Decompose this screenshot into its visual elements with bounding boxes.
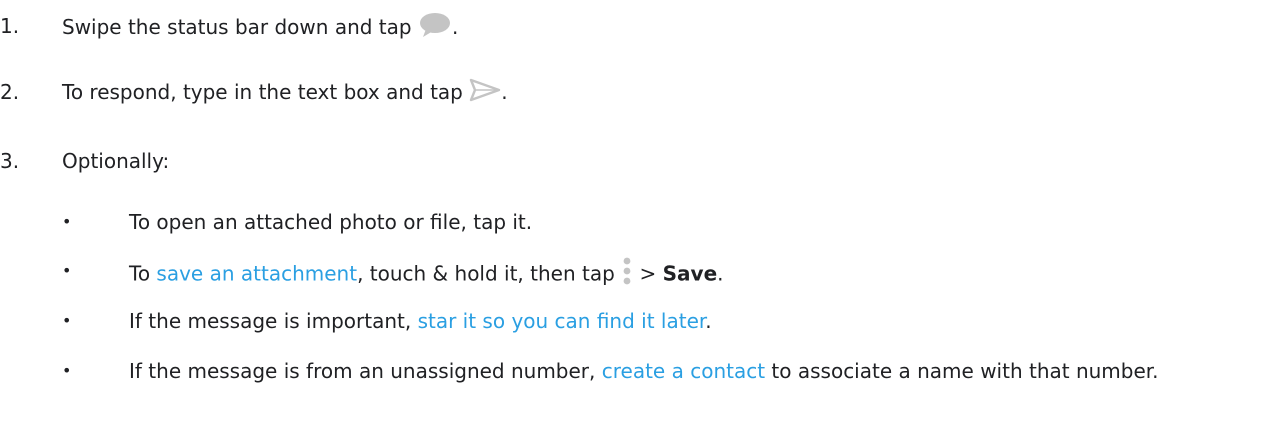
create-contact-link[interactable]: create a contact [602,359,765,383]
step-number: 3. [0,149,20,173]
star-message-link[interactable]: star it so you can find it later [418,309,706,333]
bullet-text: To save an attachment, touch & hold it, … [129,256,1279,294]
bullet-marker: • [62,261,72,280]
bullet-text-part: . [717,261,724,286]
more-vert-icon [621,256,633,294]
step-number: 1. [0,14,20,38]
step-text-part: . [451,15,459,39]
bullet-text-part: , touch & hold it, then tap [357,261,622,286]
bullet-text-part: . [705,309,712,333]
step-text: To respond, type in the text box and tap… [62,78,508,109]
message-bubble-icon [418,12,452,45]
step-text-part: Swipe the status bar down and tap [62,15,418,39]
step-number: 2. [0,80,20,104]
bullet-text: If the message is from an unassigned num… [129,356,1279,386]
bullet-text-part: If the message is important, [129,309,418,333]
step-text: Optionally: [62,149,170,173]
bullet-marker: • [62,212,72,231]
save-attachment-link[interactable]: save an attachment [156,262,357,286]
step-text-part: . [501,80,508,104]
bullet-marker: • [62,361,72,380]
step-text-part: To respond, type in the text box and tap [62,80,470,104]
save-label: Save [662,261,718,286]
bullet-text-part: If the message is from an unassigned num… [129,359,602,383]
bullet-text: If the message is important, star it so … [129,306,1279,336]
send-icon [469,78,501,109]
step-text: Swipe the status bar down and tap . [62,12,458,45]
bullet-text: To open an attached photo or file, tap i… [129,210,533,234]
bullet-text-part: To [129,261,157,286]
bullet-text-part: to associate a name with that number. [765,359,1159,383]
bullet-marker: • [62,311,72,330]
bullet-text-part: > [633,261,663,286]
